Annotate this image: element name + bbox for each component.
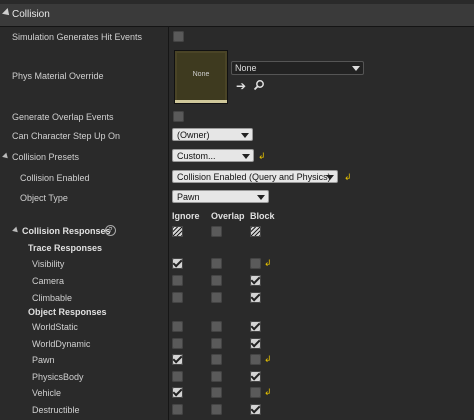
response-row-label: WorldDynamic (32, 338, 91, 349)
reset-arrow-icon[interactable]: ↲ (258, 152, 266, 161)
overlap-checkbox[interactable] (211, 387, 222, 398)
arrow-left-icon[interactable]: ➔ (236, 80, 246, 92)
response-row-label: WorldStatic (32, 322, 78, 332)
presets-value: Custom... (177, 151, 216, 161)
block-checkbox[interactable] (250, 321, 261, 332)
section-title: Collision (12, 9, 50, 20)
thumbnail-text: None (192, 71, 210, 78)
step-up-dropdown[interactable]: (Owner) (172, 128, 253, 141)
object-type-value: Pawn (177, 192, 200, 202)
phys-material-combo[interactable]: None (231, 61, 364, 75)
ignore-checkbox[interactable] (172, 354, 183, 365)
sim-hit-label: Simulation Generates Hit Events (12, 32, 143, 42)
ignore-checkbox[interactable] (172, 387, 183, 398)
response-row-label: Visibility (32, 259, 65, 269)
response-row-label: Destructible (32, 404, 80, 415)
ignore-checkbox[interactable] (172, 403, 183, 415)
ignore-checkbox[interactable] (172, 258, 183, 269)
expand-triangle-icon[interactable] (2, 152, 10, 161)
step-up-label: Can Character Step Up On (12, 131, 121, 141)
overlap-checkbox[interactable] (211, 292, 222, 303)
overlap-checkbox[interactable] (211, 370, 222, 382)
reset-arrow-icon[interactable]: ↲ (264, 259, 272, 268)
details-panel: Collision Simulation Generates Hit Event… (0, 0, 474, 420)
ignore-all-checkbox[interactable] (172, 226, 183, 237)
response-row-label: Vehicle (32, 388, 62, 398)
object-type-dropdown[interactable]: Pawn (172, 190, 269, 203)
chevron-down-icon (326, 175, 334, 180)
reset-arrow-icon[interactable]: ↲ (264, 388, 272, 397)
ignore-checkbox[interactable] (172, 292, 183, 303)
phys-material-value: None (235, 63, 257, 73)
collision-responses-label: Collision Responses (22, 226, 111, 236)
phys-material-thumbnail[interactable]: None (174, 50, 228, 104)
sim-hit-checkbox[interactable] (173, 31, 184, 42)
search-icon[interactable] (253, 79, 265, 91)
thumbnail-color-bar (175, 100, 227, 103)
collision-enabled-label: Collision Enabled (20, 173, 90, 183)
chevron-down-icon (257, 195, 265, 200)
object-type-label: Object Type (20, 193, 68, 203)
trace-responses-label: Trace Responses (28, 243, 103, 253)
response-row-label: PhysicsBody (32, 371, 84, 382)
reset-arrow-icon[interactable]: ↲ (344, 173, 352, 182)
phys-material-label: Phys Material Override (12, 71, 104, 81)
block-checkbox[interactable] (250, 370, 261, 382)
block-checkbox[interactable] (250, 354, 261, 365)
collision-enabled-dropdown[interactable]: Collision Enabled (Query and Physics) (172, 170, 338, 183)
help-icon[interactable]: ? (105, 225, 116, 236)
overlap-checkbox[interactable] (173, 111, 184, 122)
chevron-down-icon (242, 154, 250, 159)
ignore-column-header: Ignore (172, 211, 200, 221)
block-all-checkbox[interactable] (250, 226, 261, 237)
ignore-checkbox[interactable] (172, 337, 183, 349)
response-row-label: Pawn (32, 355, 55, 365)
block-checkbox[interactable] (250, 387, 261, 398)
response-row-label: Camera (32, 276, 65, 286)
block-checkbox[interactable] (250, 403, 261, 415)
overlap-label: Generate Overlap Events (12, 112, 114, 122)
expand-triangle-icon[interactable] (12, 226, 20, 235)
block-checkbox[interactable] (250, 292, 261, 303)
overlap-checkbox[interactable] (211, 337, 222, 349)
step-up-value: (Owner) (177, 130, 210, 140)
collision-enabled-value: Collision Enabled (Query and Physics) (177, 172, 331, 182)
overlap-all-checkbox[interactable] (211, 226, 222, 237)
reset-arrow-icon[interactable]: ↲ (264, 355, 272, 364)
presets-label: Collision Presets (12, 152, 80, 162)
block-checkbox[interactable] (250, 337, 261, 349)
block-column-header: Block (250, 211, 275, 221)
block-checkbox[interactable] (250, 258, 261, 269)
presets-dropdown[interactable]: Custom... (172, 149, 254, 162)
object-responses-label: Object Responses (28, 307, 107, 317)
chevron-down-icon (241, 133, 249, 138)
collapse-triangle-icon[interactable] (2, 8, 12, 18)
overlap-checkbox[interactable] (211, 354, 222, 365)
chevron-down-icon (352, 66, 360, 71)
column-divider[interactable] (168, 26, 169, 420)
block-checkbox[interactable] (250, 275, 261, 286)
overlap-checkbox[interactable] (211, 258, 222, 269)
overlap-checkbox[interactable] (211, 275, 222, 286)
overlap-checkbox[interactable] (211, 321, 222, 332)
overlap-checkbox[interactable] (211, 403, 222, 415)
overlap-column-header: Overlap (211, 211, 245, 221)
ignore-checkbox[interactable] (172, 370, 183, 382)
ignore-checkbox[interactable] (172, 275, 183, 286)
ignore-checkbox[interactable] (172, 321, 183, 332)
response-row-label: Climbable (32, 293, 73, 303)
collision-section-header[interactable]: Collision (0, 4, 474, 27)
